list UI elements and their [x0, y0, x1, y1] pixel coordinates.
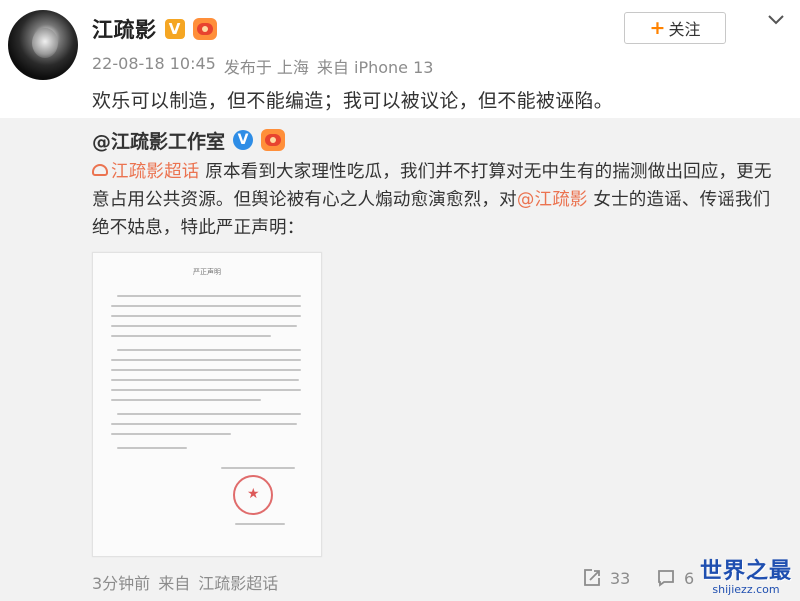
mention-link[interactable]: @江疏影: [517, 190, 588, 210]
post-location: 发布于 上海: [223, 58, 309, 77]
post-device: 来自 iPhone 13: [316, 58, 434, 77]
repost-time[interactable]: 3分钟前: [92, 570, 150, 594]
chevron-down-icon[interactable]: [764, 8, 788, 32]
statement-title: 严正声明: [193, 268, 221, 276]
super-topic-label: 江疏影超话: [111, 162, 200, 182]
statement-image[interactable]: 严正声明: [92, 252, 322, 557]
author-row: 江疏影 V: [92, 14, 217, 44]
super-topic-icon: [92, 164, 108, 176]
follow-label: 关注: [668, 20, 701, 39]
comment-count: 6: [684, 568, 695, 588]
share-count: 33: [610, 568, 631, 588]
comment-button[interactable]: 6: [656, 568, 694, 588]
repost-text: 江疏影超话 原本看到大家理性吃瓜，我们并不打算对无中生有的揣测做出回应，更无意占…: [92, 158, 782, 242]
share-button[interactable]: 33: [582, 568, 630, 588]
repost-footer: 3分钟前 来自 江疏影超话: [92, 570, 278, 594]
plus-icon: +: [649, 17, 666, 39]
author-name[interactable]: 江疏影: [92, 14, 157, 44]
site-watermark: 世界之最 shijiezz.com: [696, 553, 796, 596]
repost-author-row: @江疏影工作室 V: [92, 126, 286, 154]
super-topic-link[interactable]: 江疏影超话: [92, 162, 200, 182]
repost-author-name[interactable]: @江疏影工作室: [92, 127, 225, 154]
reposted-content: @江疏影工作室 V 江疏影超话 原本看到大家理性吃瓜，我们并不打算对无中生有的揣…: [0, 118, 800, 601]
repost-from-label: 来自: [158, 574, 191, 593]
follow-button[interactable]: + 关注: [624, 12, 726, 44]
watermark-logo: 世界之最: [699, 559, 792, 584]
svip-badge-icon: [261, 129, 286, 151]
share-icon: [584, 569, 600, 586]
verified-badge-icon: V: [164, 19, 185, 39]
post-text: 欢乐可以制造，但不能编造；我可以被议论，但不能被诬陷。: [92, 90, 614, 112]
weibo-post: 江疏影 V 22-08-18 10:45 发布于 上海 来自 iPhone 13…: [0, 0, 800, 118]
svip-badge-icon: [192, 18, 217, 40]
post-date[interactable]: 22-08-18 10:45: [92, 54, 216, 78]
comment-icon: [658, 570, 674, 587]
blue-verified-badge-icon: V: [233, 130, 254, 150]
post-meta: 22-08-18 10:45 发布于 上海 来自 iPhone 13: [92, 54, 433, 78]
red-seal-icon: [233, 475, 273, 515]
avatar[interactable]: [8, 10, 78, 80]
repost-source-link[interactable]: 江疏影超话: [198, 570, 278, 594]
